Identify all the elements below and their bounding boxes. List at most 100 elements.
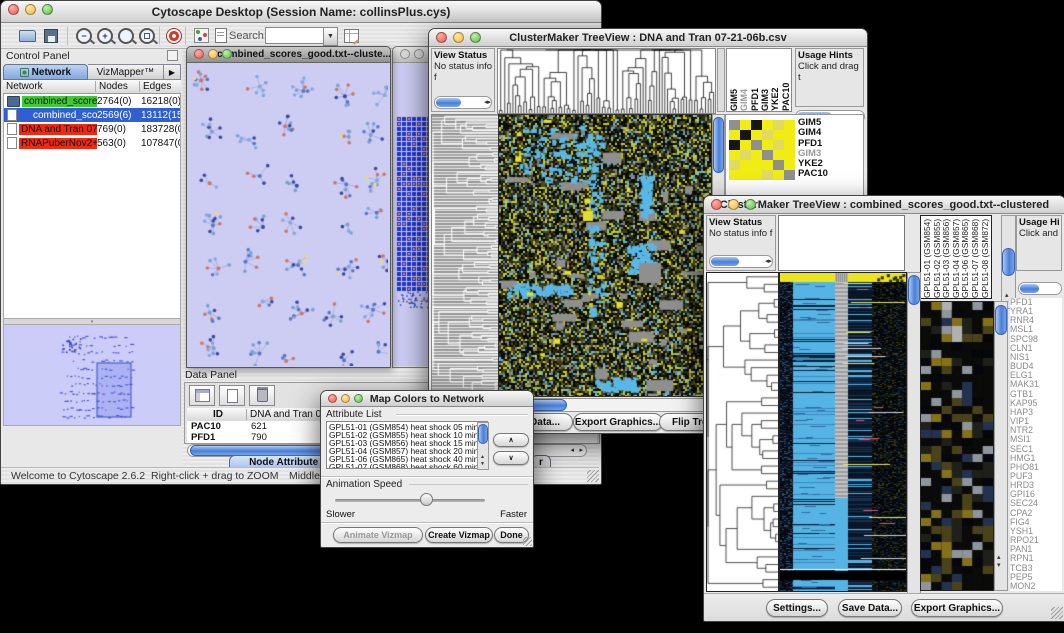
global-heatmap[interactable]	[779, 272, 907, 592]
new-attribute-icon[interactable]	[219, 385, 245, 406]
attribute-list[interactable]: GPL51-01 (GSM854) heat shock 05 minGPL51…	[326, 421, 488, 469]
attribute-list-item[interactable]: GPL51-07 (GSM868) heat shock 60 min	[329, 463, 487, 469]
attribute-list-item[interactable]: GPL51-03 (GSM856) heat shock 15 min	[329, 439, 487, 447]
network-table[interactable]: combined_scores 2764(0) 16218(0) combine…	[3, 94, 181, 319]
network-row[interactable]: combined_sco 2569(6) 13112(15)	[4, 108, 180, 122]
float-panel-icon[interactable]	[167, 50, 178, 61]
network-type-icon	[7, 137, 17, 149]
minimize-icon[interactable]	[728, 199, 739, 210]
network-row[interactable]: DNA and Tran 07 769(0) 183728(0)	[4, 122, 180, 136]
mini-vscrollbar[interactable]	[717, 48, 725, 112]
zoom-fit-icon[interactable]	[137, 26, 157, 45]
zoom-heatmap[interactable]	[920, 301, 994, 591]
network-overview-thumbnail[interactable]	[3, 325, 181, 426]
close-icon[interactable]	[400, 49, 410, 59]
save-data-button[interactable]: Save Data...	[838, 599, 902, 617]
close-icon[interactable]	[436, 32, 447, 43]
zoom-heatmap-matrix[interactable]	[729, 120, 795, 180]
help-lifebuoy-icon[interactable]	[164, 26, 184, 45]
resize-grip[interactable]	[523, 537, 532, 546]
search-dropdown-icon[interactable]: ▼	[323, 27, 338, 46]
scroll-down-icon[interactable]: ▾	[997, 562, 1001, 569]
main-titlebar[interactable]: Cytoscape Desktop (Session Name: collins…	[1, 1, 601, 23]
scroll-up-icon[interactable]: ▲	[480, 454, 485, 461]
zoom-window-icon[interactable]	[354, 394, 363, 403]
treeview2-titlebar[interactable]: ClusterMaker TreeView : combined_scores_…	[704, 196, 1064, 214]
zoom-selected-icon[interactable]	[116, 26, 136, 45]
dialog-titlebar[interactable]: Map Colors to Network	[321, 391, 533, 407]
attribute-list-item[interactable]: GPL51-04 (GSM857) heat shock 20 min	[329, 447, 487, 455]
row-dendrogram[interactable]	[706, 272, 779, 592]
tab-vizmapper[interactable]: VizMapper™	[88, 64, 164, 80]
move-down-button[interactable]: ∨	[493, 451, 529, 465]
close-icon[interactable]	[194, 49, 204, 59]
treeview2-buttonbar: Settings... Save Data... Export Graphics…	[704, 593, 1064, 621]
attribute-list-item[interactable]: GPL51-06 (GSM865) heat shock 40 min	[329, 455, 487, 463]
close-icon[interactable]	[328, 394, 337, 403]
row-dendrogram[interactable]	[431, 114, 499, 397]
network-type-icon	[7, 109, 17, 121]
move-up-button[interactable]: ∧	[493, 433, 529, 447]
network-view-frame[interactable]: combined_scores_good.txt--cluste...	[186, 46, 391, 368]
attribute-table-icon[interactable]	[341, 26, 361, 45]
network-row[interactable]: combined_scores 2764(0) 16218(0)	[4, 94, 180, 108]
global-heatmap[interactable]	[498, 114, 712, 397]
network-canvas[interactable]	[187, 63, 388, 366]
gene-label: NIS1	[1010, 353, 1062, 362]
gene-label: PAN1	[1010, 545, 1062, 554]
view-status-scrollbar[interactable]: ◂▸	[709, 255, 773, 268]
animate-vizmap-button[interactable]: Animate Vizmap	[333, 527, 423, 543]
frame-titlebar[interactable]: combined_scores_good.txt--cluste...	[187, 47, 390, 63]
save-icon[interactable]	[41, 26, 61, 45]
select-attributes-icon[interactable]	[189, 385, 215, 406]
zoom-window-icon[interactable]	[222, 49, 232, 59]
gene-label: FIG4	[1010, 518, 1062, 527]
scroll-up-icon[interactable]: ▴	[1005, 292, 1009, 299]
treeview1-titlebar[interactable]: ClusterMaker TreeView : DNA and Tran 07-…	[429, 29, 867, 47]
close-icon[interactable]	[711, 199, 722, 210]
vizmapper-icon[interactable]	[191, 26, 211, 45]
zoom-out-icon[interactable]: −	[74, 26, 94, 45]
animation-speed-slider[interactable]	[335, 499, 485, 502]
minimize-icon[interactable]	[341, 394, 350, 403]
minimize-icon[interactable]	[414, 49, 424, 59]
column-labels-vscrollbar[interactable]: ▴ ▾	[1001, 215, 1016, 309]
scroll-up-icon[interactable]: ▴	[997, 554, 1001, 561]
delete-attribute-trash-icon[interactable]	[249, 385, 275, 406]
slider-thumb[interactable]	[420, 493, 433, 506]
usage-hints-scrollbar[interactable]	[1018, 282, 1062, 295]
annotation-icon[interactable]	[211, 26, 231, 45]
minimize-icon[interactable]	[453, 32, 464, 43]
column-dendrogram[interactable]	[497, 48, 716, 114]
tab-network[interactable]: Network	[3, 64, 88, 80]
minimize-icon[interactable]	[25, 4, 36, 15]
export-graphics-button[interactable]: Export Graphics...	[911, 599, 1003, 617]
resize-grip[interactable]	[1051, 607, 1063, 619]
view-status-scrollbar[interactable]: ◂▸	[434, 96, 492, 109]
attribute-list-item[interactable]: GPL51-02 (GSM855) heat shock 10 min	[329, 431, 487, 439]
search-input[interactable]	[265, 27, 325, 44]
resize-grip[interactable]	[587, 470, 599, 482]
column-label: YKE2	[770, 49, 780, 111]
open-folder-icon[interactable]	[17, 26, 37, 45]
heatmap-vscrollbar[interactable]	[907, 272, 921, 594]
scroll-right-icon[interactable]: ▸	[579, 447, 583, 454]
attribute-list-vscrollbar[interactable]: ▲ ▼	[477, 422, 489, 470]
close-icon[interactable]	[8, 4, 19, 15]
attribute-list-item[interactable]: GPL51-01 (GSM854) heat shock 05 min	[329, 423, 487, 431]
export-graphics-button[interactable]: Export Graphics...	[573, 413, 663, 431]
zoom-in-icon[interactable]: +	[95, 26, 115, 45]
zoom-window-icon[interactable]	[42, 4, 53, 15]
zoom-window-icon[interactable]	[745, 199, 756, 210]
window-controls[interactable]	[8, 4, 53, 15]
zoom-vscrollbar[interactable]: ▴ ▾	[994, 301, 1008, 591]
gene-label: KAP95	[1010, 399, 1062, 408]
minimize-icon[interactable]	[208, 49, 218, 59]
settings-button[interactable]: Settings...	[766, 599, 828, 617]
scroll-left-icon[interactable]: ◂	[570, 447, 574, 454]
zoom-window-icon[interactable]	[470, 32, 481, 43]
tab-overflow-arrow-icon[interactable]: ▶	[164, 64, 181, 80]
scroll-down-icon[interactable]: ▼	[480, 461, 485, 468]
network-row[interactable]: RNAPuberNov2+ 563(0) 107847(0)	[4, 136, 180, 150]
create-vizmap-button[interactable]: Create Vizmap	[425, 527, 493, 543]
